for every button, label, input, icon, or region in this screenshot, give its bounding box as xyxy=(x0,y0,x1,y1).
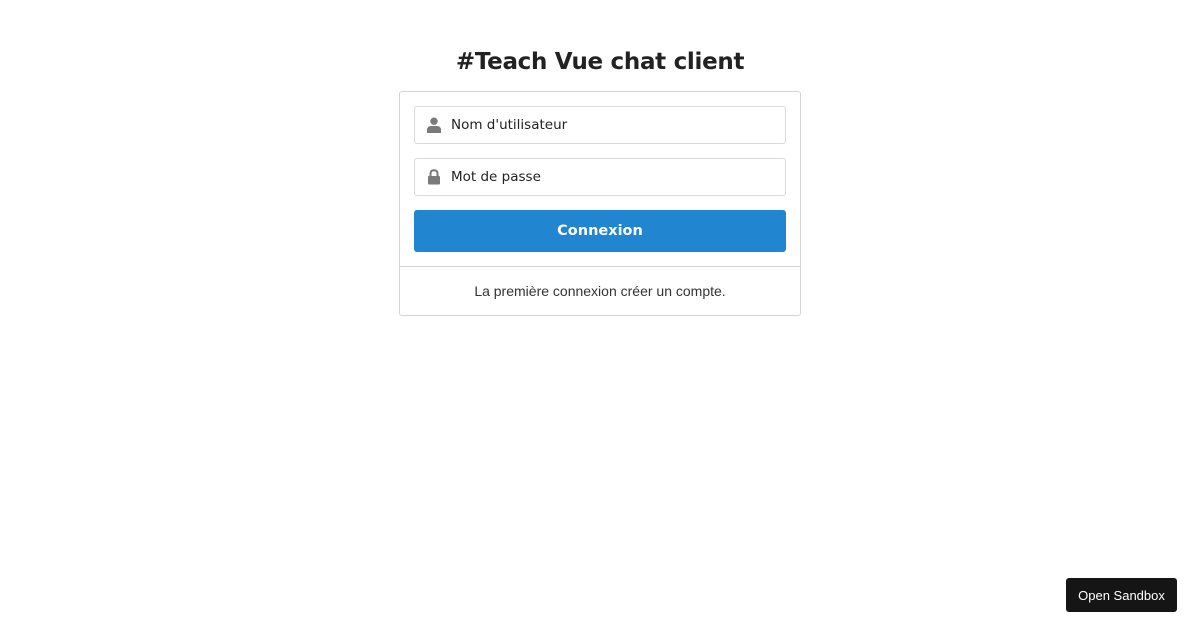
username-field-wrapper xyxy=(414,106,786,144)
username-input[interactable] xyxy=(451,107,781,143)
lock-icon xyxy=(428,169,440,185)
first-login-note: La première connexion créer un compte. xyxy=(474,283,726,299)
login-card: Connexion La première connexion créer un… xyxy=(399,91,801,316)
password-input[interactable] xyxy=(451,159,781,195)
login-form: Connexion xyxy=(400,92,800,267)
password-field-wrapper xyxy=(414,158,786,196)
page-title: #Teach Vue chat client xyxy=(455,49,745,75)
user-icon xyxy=(427,117,441,133)
login-button[interactable]: Connexion xyxy=(414,210,786,252)
open-sandbox-button[interactable]: Open Sandbox xyxy=(1066,578,1177,612)
